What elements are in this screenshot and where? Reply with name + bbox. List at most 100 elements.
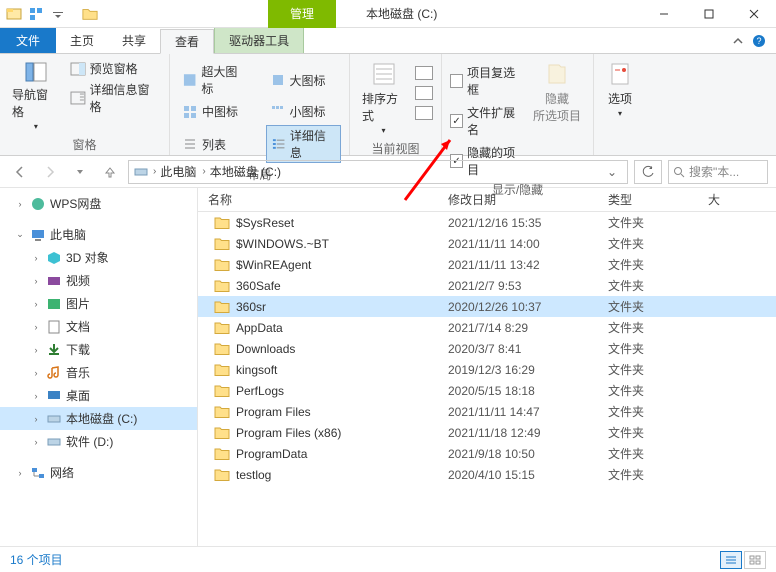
sidebar-item-wps[interactable]: ›WPS网盘: [0, 192, 197, 215]
options-icon: [606, 60, 634, 88]
tab-view[interactable]: 查看: [160, 29, 214, 54]
layout-s-icons[interactable]: 小图标: [266, 102, 342, 121]
table-row[interactable]: $WinREAgent2021/11/11 13:42文件夹: [198, 254, 776, 275]
forward-button[interactable]: [38, 160, 62, 184]
col-date[interactable]: 修改日期: [448, 191, 608, 208]
layout-xl-icons[interactable]: 超大图标: [178, 62, 252, 98]
sidebar-item-network[interactable]: ›网络: [0, 461, 197, 484]
group-pane-label: 窗格: [8, 133, 161, 156]
breadcrumb-pc[interactable]: 此电脑›: [160, 163, 205, 180]
col-size[interactable]: 大: [708, 191, 776, 208]
folder-icon: [214, 363, 230, 377]
file-date: 2019/12/3 16:29: [448, 363, 608, 377]
sidebar-item-3d[interactable]: ›3D 对象: [0, 246, 197, 269]
refresh-button[interactable]: [634, 160, 662, 184]
minimize-button[interactable]: [641, 0, 686, 28]
table-row[interactable]: ProgramData2021/9/18 10:50文件夹: [198, 443, 776, 464]
tab-file[interactable]: 文件: [0, 28, 56, 53]
size-columns-button[interactable]: [415, 106, 433, 120]
options-button[interactable]: 选项▾: [602, 58, 638, 120]
file-name: $WINDOWS.~BT: [236, 237, 329, 251]
table-row[interactable]: 360Safe2021/2/7 9:53文件夹: [198, 275, 776, 296]
sidebar-item-downloads[interactable]: ›下载: [0, 338, 197, 361]
tab-drive-tools[interactable]: 驱动器工具: [214, 28, 304, 53]
qat-dropdown-icon[interactable]: [50, 6, 66, 22]
file-date: 2021/11/11 14:00: [448, 237, 608, 251]
file-type: 文件夹: [608, 466, 708, 483]
group-by-button[interactable]: [415, 66, 433, 80]
table-row[interactable]: Downloads2020/3/7 8:41文件夹: [198, 338, 776, 359]
maximize-button[interactable]: [686, 0, 731, 28]
sidebar-item-ddrive[interactable]: ›软件 (D:): [0, 430, 197, 453]
table-row[interactable]: AppData2021/7/14 8:29文件夹: [198, 317, 776, 338]
breadcrumb[interactable]: › 此电脑› 本地磁盘 (C:) ⌄: [128, 160, 628, 184]
svg-text:?: ?: [756, 36, 761, 46]
content-area: ›WPS网盘 ⌄此电脑 ›3D 对象 ›视频 ›图片 ›文档 ›下载 ›音乐 ›…: [0, 188, 776, 546]
add-columns-button[interactable]: [415, 86, 433, 100]
layout-l-icons[interactable]: 大图标: [266, 62, 342, 98]
folder-icon: [214, 279, 230, 293]
sidebar-item-docs[interactable]: ›文档: [0, 315, 197, 338]
quick-access-toolbar: [0, 6, 98, 22]
ribbon: 导航窗格 ▾ 预览窗格 详细信息窗格 窗格 超大图标 大图标 中图标: [0, 54, 776, 156]
table-row[interactable]: 360sr2020/12/26 10:37文件夹: [198, 296, 776, 317]
file-date: 2021/11/18 12:49: [448, 426, 608, 440]
view-details-toggle[interactable]: [720, 551, 742, 569]
table-row[interactable]: Program Files2021/11/11 14:47文件夹: [198, 401, 776, 422]
sidebar-item-music[interactable]: ›音乐: [0, 361, 197, 384]
sidebar-item-this-pc[interactable]: ⌄此电脑: [0, 223, 197, 246]
nav-pane-button[interactable]: 导航窗格 ▾: [8, 58, 64, 133]
layout-m-icons[interactable]: 中图标: [178, 102, 252, 121]
view-icons-toggle[interactable]: [744, 551, 766, 569]
search-input[interactable]: 搜索"本...: [668, 160, 768, 184]
table-row[interactable]: $SysReset2021/12/16 15:35文件夹: [198, 212, 776, 233]
hide-selected-button[interactable]: 隐藏 所选项目: [529, 58, 585, 126]
chevron-up-icon[interactable]: [732, 35, 744, 47]
manage-context-tab[interactable]: 管理: [268, 0, 336, 28]
address-dropdown[interactable]: ⌄: [601, 165, 623, 179]
col-type[interactable]: 类型: [608, 191, 708, 208]
file-date: 2020/12/26 10:37: [448, 300, 608, 314]
recent-dropdown[interactable]: [68, 160, 92, 184]
tab-share[interactable]: 共享: [108, 28, 160, 53]
file-date: 2021/11/11 14:47: [448, 405, 608, 419]
folder-icon: [214, 258, 230, 272]
table-row[interactable]: $WINDOWS.~BT2021/11/11 14:00文件夹: [198, 233, 776, 254]
table-row[interactable]: Program Files (x86)2021/11/18 12:49文件夹: [198, 422, 776, 443]
layout-list[interactable]: 列表: [178, 125, 252, 163]
back-button[interactable]: [8, 160, 32, 184]
details-pane-button[interactable]: 详细信息窗格: [70, 81, 161, 115]
group-view-label: 当前视图: [358, 137, 433, 160]
file-type: 文件夹: [608, 256, 708, 273]
pin-icon[interactable]: [28, 6, 44, 22]
nav-sidebar: ›WPS网盘 ⌄此电脑 ›3D 对象 ›视频 ›图片 ›文档 ›下载 ›音乐 ›…: [0, 188, 198, 546]
file-ext-toggle[interactable]: 文件扩展名: [450, 104, 523, 138]
tab-home[interactable]: 主页: [56, 28, 108, 53]
close-button[interactable]: [731, 0, 776, 28]
preview-pane-button[interactable]: 预览窗格: [70, 60, 161, 77]
breadcrumb-drive[interactable]: 本地磁盘 (C:): [210, 163, 281, 180]
help-icon[interactable]: ?: [752, 34, 766, 48]
sidebar-item-desktop[interactable]: ›桌面: [0, 384, 197, 407]
folder-icon: [214, 384, 230, 398]
sidebar-item-video[interactable]: ›视频: [0, 269, 197, 292]
item-count: 16 个项目: [10, 551, 63, 568]
column-headers[interactable]: 名称 修改日期 类型 大: [198, 188, 776, 212]
file-date: 2021/2/7 9:53: [448, 279, 608, 293]
col-name[interactable]: 名称: [198, 191, 448, 208]
up-button[interactable]: [98, 160, 122, 184]
ribbon-tabs: 文件 主页 共享 查看 驱动器工具 ?: [0, 28, 776, 54]
table-row[interactable]: kingsoft2019/12/3 16:29文件夹: [198, 359, 776, 380]
layout-details[interactable]: 详细信息: [266, 125, 342, 163]
sidebar-item-pictures[interactable]: ›图片: [0, 292, 197, 315]
sidebar-item-cdrive[interactable]: ›本地磁盘 (C:): [0, 407, 197, 430]
item-checkboxes-toggle[interactable]: 项目复选框: [450, 64, 523, 98]
table-row[interactable]: testlog2020/4/10 15:15文件夹: [198, 464, 776, 485]
sort-button[interactable]: 排序方式▾: [358, 58, 409, 137]
search-icon: [673, 166, 685, 178]
address-bar: › 此电脑› 本地磁盘 (C:) ⌄ 搜索"本...: [0, 156, 776, 188]
table-row[interactable]: PerfLogs2020/5/15 18:18文件夹: [198, 380, 776, 401]
folder-icon: [214, 468, 230, 482]
file-date: 2021/9/18 10:50: [448, 447, 608, 461]
file-rows: $SysReset2021/12/16 15:35文件夹 $WINDOWS.~BT…: [198, 212, 776, 485]
